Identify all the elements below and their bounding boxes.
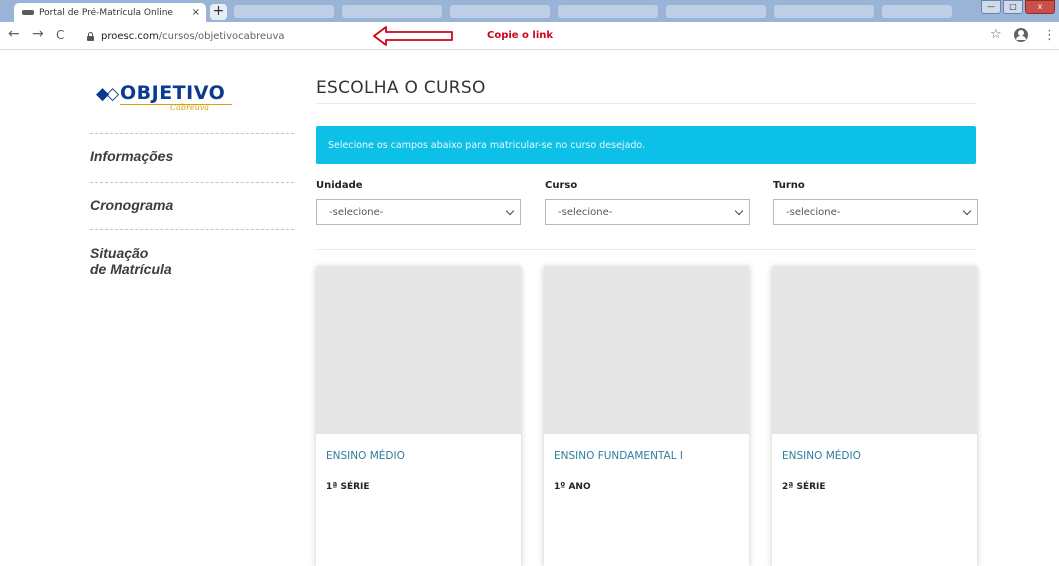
turno-select[interactable]: -selecione- — [773, 199, 978, 225]
background-tab[interactable] — [666, 5, 766, 18]
url-host: proesc.com — [101, 30, 159, 42]
tab-title: Portal de Pré-Matrícula Online — [39, 7, 173, 18]
course-level: ENSINO FUNDAMENTAL I — [554, 450, 683, 462]
sidebar-item-label: de Matrícula — [90, 261, 172, 277]
browser-tab-bar: Portal de Pré-Matrícula Online × + — □ x — [0, 0, 1059, 22]
objetivo-logo[interactable]: ◆◇ OBJETIVO Cabreuva — [96, 78, 256, 118]
course-level: ENSINO MÉDIO — [326, 450, 405, 462]
background-tab[interactable] — [450, 5, 550, 18]
logo-text: OBJETIVO — [120, 82, 226, 104]
back-icon[interactable]: ← — [8, 26, 20, 42]
background-tab[interactable] — [558, 5, 658, 18]
chevron-down-icon — [505, 206, 515, 216]
lock-icon — [86, 31, 95, 41]
background-tab[interactable] — [882, 5, 952, 18]
background-tab[interactable] — [342, 5, 442, 18]
minimize-button[interactable]: — — [981, 0, 1001, 14]
chevron-down-icon — [734, 206, 744, 216]
sidebar-item-label: Situação — [90, 245, 149, 261]
course-card-image — [544, 266, 749, 434]
background-tab[interactable] — [774, 5, 874, 18]
course-grade: 1ª SÉRIE — [326, 482, 370, 492]
maximize-button[interactable]: □ — [1003, 0, 1023, 14]
course-grade: 1º ANO — [554, 482, 591, 492]
sidebar-divider — [90, 133, 294, 134]
account-icon[interactable] — [1014, 28, 1028, 42]
course-card-image — [772, 266, 977, 434]
curso-select[interactable]: -selecione- — [545, 199, 750, 225]
window-close-button[interactable]: x — [1025, 0, 1055, 14]
course-grade: 2ª SÉRIE — [782, 482, 826, 492]
sidebar-item-situacao-matricula[interactable]: Situação de Matrícula — [90, 245, 172, 277]
url-path: /cursos/objetivocabreuva — [158, 30, 285, 42]
unidade-select[interactable]: -selecione- — [316, 199, 521, 225]
course-level: ENSINO MÉDIO — [782, 450, 861, 462]
select-value: -selecione- — [786, 206, 841, 218]
forward-icon[interactable]: → — [32, 26, 44, 42]
course-card-image — [316, 266, 521, 434]
browser-tab[interactable]: Portal de Pré-Matrícula Online × — [14, 3, 206, 22]
window-controls: — □ x — [981, 0, 1055, 14]
chevron-down-icon — [962, 206, 972, 216]
course-card[interactable]: ENSINO MÉDIO 1ª SÉRIE — [316, 266, 521, 566]
sidebar-item-cronograma[interactable]: Cronograma — [90, 197, 173, 213]
browser-menu-icon[interactable]: ⋮ — [1043, 28, 1056, 43]
bookmark-star-icon[interactable]: ☆ — [990, 27, 1002, 42]
address-bar-row: ← → C proesc.com /cursos/objetivocabreuv… — [0, 22, 1059, 50]
select-value: -selecione- — [558, 206, 613, 218]
background-tab[interactable] — [234, 5, 334, 18]
sidebar-item-informacoes[interactable]: Informações — [90, 148, 173, 164]
select-value: -selecione- — [329, 206, 384, 218]
course-card[interactable]: ENSINO MÉDIO 2ª SÉRIE — [772, 266, 977, 566]
section-divider — [316, 249, 976, 250]
sidebar-divider — [90, 229, 294, 230]
new-tab-button[interactable]: + — [210, 4, 227, 20]
curso-label: Curso — [545, 180, 578, 191]
logo-mark-icon: ◆◇ — [96, 84, 119, 104]
turno-label: Turno — [773, 180, 805, 191]
heading-divider — [316, 103, 976, 104]
logo-script: Cabreuva — [170, 103, 210, 112]
course-card[interactable]: ENSINO FUNDAMENTAL I 1º ANO — [544, 266, 749, 566]
favicon-icon — [22, 10, 34, 15]
reload-icon[interactable]: C — [56, 28, 64, 42]
sidebar-divider — [90, 182, 294, 183]
left-arrow-annotation-icon — [373, 26, 453, 46]
unidade-label: Unidade — [316, 180, 363, 191]
page-title: ESCOLHA O CURSO — [316, 78, 486, 98]
close-tab-icon[interactable]: × — [192, 7, 200, 18]
info-alert: Selecione os campos abaixo para matricul… — [316, 126, 976, 164]
copy-link-annotation: Copie o link — [487, 30, 554, 41]
